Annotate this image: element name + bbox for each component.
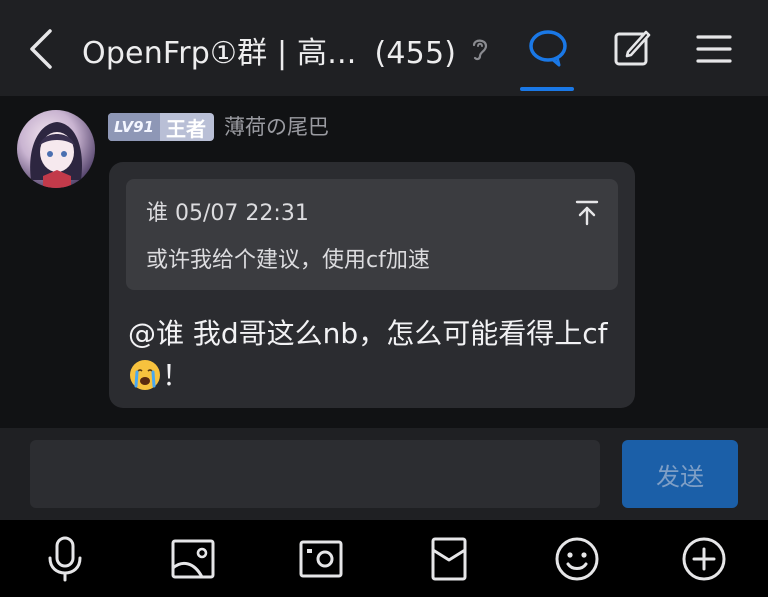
- avatar[interactable]: [17, 110, 95, 188]
- back-chevron-icon[interactable]: [22, 27, 62, 71]
- sender-nickname[interactable]: 薄荷の尾巴: [224, 113, 329, 141]
- image-icon[interactable]: [170, 536, 216, 582]
- send-button[interactable]: 发送: [622, 440, 738, 508]
- chat-bubble-icon[interactable]: [526, 28, 570, 68]
- emoji-icon[interactable]: [554, 536, 600, 582]
- member-level-badge: LV91 王者: [108, 113, 214, 141]
- crying-face-icon: [130, 360, 160, 390]
- message-tail: ！: [162, 359, 191, 392]
- plus-icon[interactable]: [681, 536, 727, 582]
- edit-icon[interactable]: [612, 28, 652, 68]
- camera-icon[interactable]: [298, 536, 344, 582]
- ear-icon: [472, 39, 488, 61]
- quote-author: 谁: [146, 201, 169, 226]
- group-title[interactable]: OpenFrp①群 | 高... (455): [82, 28, 456, 72]
- level-label: LV91: [108, 113, 160, 141]
- jump-to-original-icon[interactable]: [575, 200, 599, 226]
- input-toolbar: [0, 520, 768, 597]
- quote-header: 谁 05/07 22:31: [146, 195, 309, 227]
- message-text: @谁 我d哥这么nb，怎么可能看得上cf ！: [128, 313, 618, 397]
- quote-text: 或许我给个建议，使用cf加速: [146, 248, 430, 273]
- microphone-icon[interactable]: [42, 536, 88, 582]
- quote-timestamp: 05/07 22:31: [175, 201, 309, 226]
- member-count: (455): [374, 36, 457, 71]
- message-input[interactable]: [30, 440, 600, 508]
- rank-label: 王者: [165, 116, 206, 141]
- active-tab-indicator: [520, 87, 574, 91]
- message-body: @谁 我d哥这么nb，怎么可能看得上cf: [128, 317, 608, 350]
- group-name: OpenFrp①群 | 高...: [82, 36, 357, 71]
- red-packet-icon[interactable]: [426, 536, 472, 582]
- menu-icon[interactable]: [696, 32, 732, 66]
